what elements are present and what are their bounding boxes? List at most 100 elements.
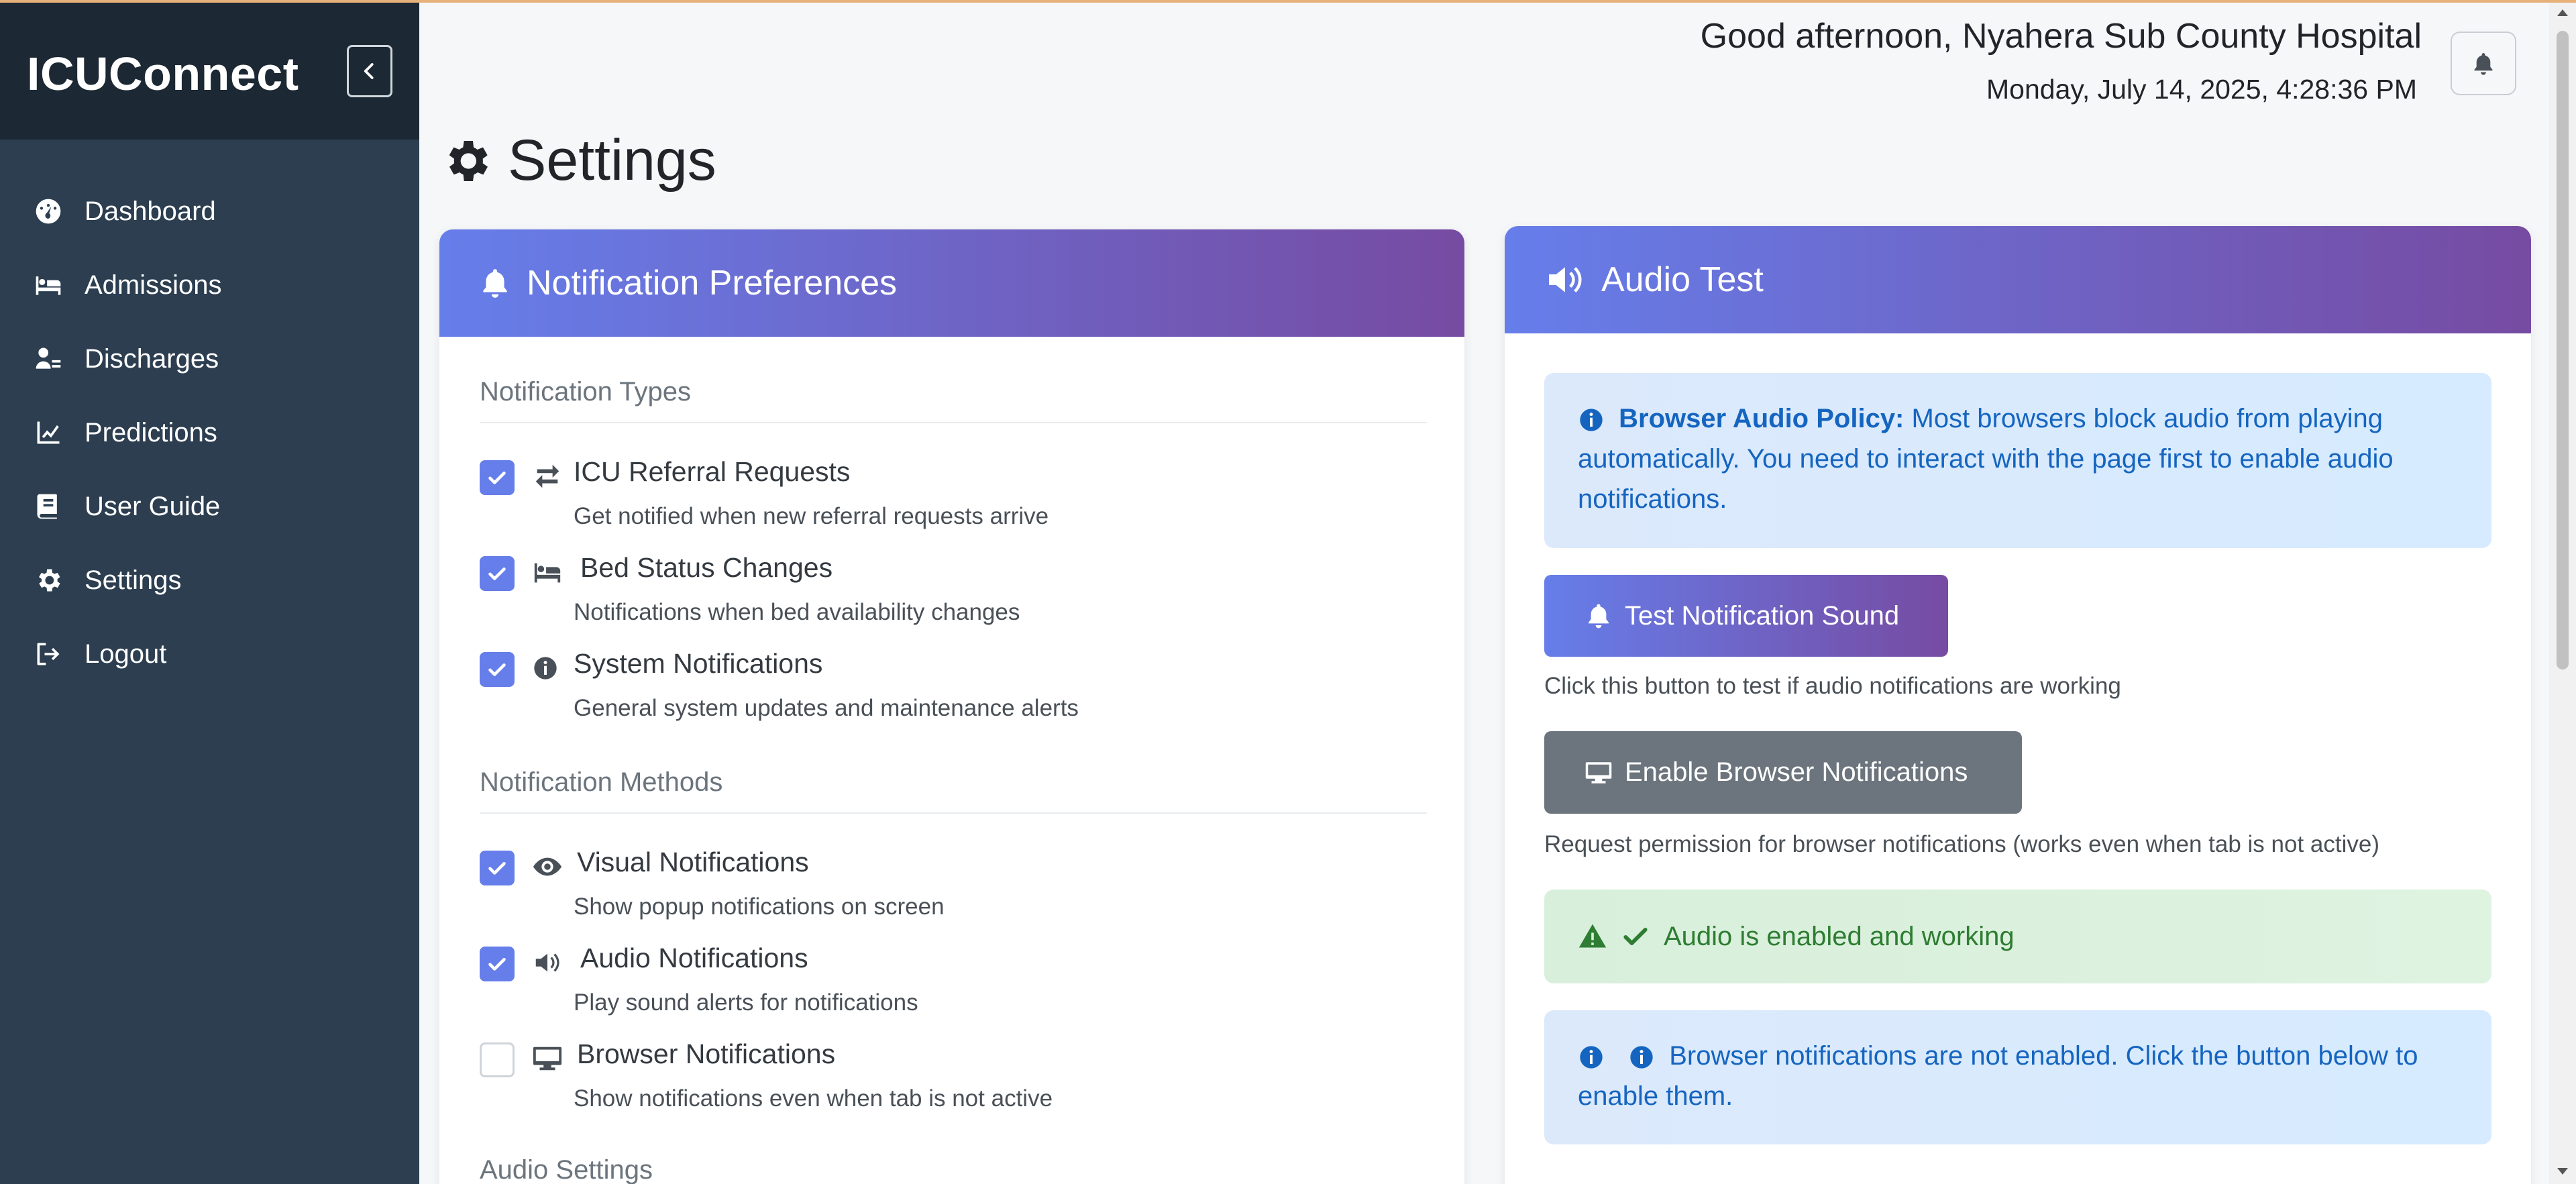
desktop-icon <box>532 1041 567 1076</box>
sidebar-item-label: Admissions <box>85 270 222 300</box>
visual-notifications-checkbox[interactable] <box>480 851 515 885</box>
option-icu-referral-requests: ICU Referral Requests Get notified when … <box>480 456 1419 530</box>
icu-referral-checkbox[interactable] <box>480 460 515 495</box>
bell-icon <box>2474 52 2493 75</box>
bell-icon <box>1589 604 1609 629</box>
audio-status-success-alert: Audio is enabled and working <box>1544 890 2491 983</box>
sidebar-item-predictions[interactable]: Predictions <box>0 396 419 470</box>
sidebar-item-label: Predictions <box>85 417 217 447</box>
sidebar-item-dashboard[interactable]: Dashboard <box>0 174 419 248</box>
section-divider <box>480 812 1427 814</box>
volume-icon <box>1549 267 1582 292</box>
bed-status-checkbox[interactable] <box>480 556 515 591</box>
bed-icon <box>532 555 567 590</box>
checkmark-icon <box>488 663 506 676</box>
scroll-down-arrow[interactable] <box>2557 1168 2568 1175</box>
option-description: Show notifications even when tab is not … <box>574 1085 1053 1112</box>
audio-status-text: Audio is enabled and working <box>1664 921 2015 951</box>
book-icon <box>32 490 64 523</box>
top-accent-line <box>0 0 2576 3</box>
button-label: Test Notification Sound <box>1625 600 1900 631</box>
info-circle-icon <box>1630 1046 1653 1069</box>
option-label: ICU Referral Requests <box>574 456 851 487</box>
checkmark-icon <box>1623 927 1648 946</box>
page-scrollbar[interactable] <box>2549 0 2576 1184</box>
card-header: Notification Preferences <box>439 229 1464 337</box>
option-description: Play sound alerts for notifications <box>574 989 918 1016</box>
gear-icon <box>449 140 488 181</box>
checkmark-icon <box>488 472 506 484</box>
sidebar-item-logout[interactable]: Logout <box>0 617 419 691</box>
current-datetime: Monday, July 14, 2025, 4:28:36 PM <box>1986 74 2417 105</box>
greeting-text: Good afternoon, Nyahera Sub County Hospi… <box>1700 17 2422 56</box>
sidebar-item-label: Discharges <box>85 343 219 374</box>
sidebar-item-admissions[interactable]: Admissions <box>0 248 419 322</box>
line-chart-icon <box>32 417 64 449</box>
sign-out-icon <box>32 638 64 670</box>
option-description: Notifications when bed availability chan… <box>574 599 1020 625</box>
exchange-arrows-icon <box>532 459 567 494</box>
option-audio-notifications: Audio Notifications Play sound alerts fo… <box>480 943 1419 1016</box>
page-title: Settings <box>439 127 716 194</box>
system-notifications-checkbox[interactable] <box>480 652 515 687</box>
sidebar-item-user-guide[interactable]: User Guide <box>0 470 419 543</box>
info-circle-icon <box>1580 409 1603 432</box>
checkmark-icon <box>488 862 506 875</box>
gear-icon <box>32 564 64 596</box>
button-label: Enable Browser Notifications <box>1625 757 1968 787</box>
notification-preferences-card: Notification Preferences Notification Ty… <box>439 229 1464 1184</box>
browser-notifications-status-alert: Browser notifications are not enabled. C… <box>1544 1010 2491 1144</box>
section-divider <box>480 422 1427 423</box>
card-header: Audio Test <box>1505 226 2531 333</box>
enable-notifications-helper-text: Request permission for browser notificat… <box>1544 831 2379 857</box>
browser-notifications-checkbox[interactable] <box>480 1042 515 1077</box>
option-description: General system updates and maintenance a… <box>574 695 1079 721</box>
card-title: Audio Test <box>1601 260 1764 299</box>
audio-test-card: Audio Test Browser Audio Policy: Most br… <box>1505 226 2531 1184</box>
option-label: Browser Notifications <box>577 1038 836 1069</box>
user-discharge-icon <box>32 343 64 375</box>
info-circle-icon <box>1580 1046 1603 1069</box>
checkmark-icon <box>488 568 506 580</box>
chevron-left-icon <box>364 63 374 79</box>
option-label: System Notifications <box>574 648 823 679</box>
section-title-notification-types: Notification Types <box>480 377 691 407</box>
dashboard-gauge-icon <box>32 195 64 227</box>
browser-notifications-status-text: Browser notifications are not enabled. C… <box>1578 1041 2418 1111</box>
option-visual-notifications: Visual Notifications Show popup notifica… <box>480 847 1419 920</box>
policy-heading: Browser Audio Policy: <box>1619 404 1904 433</box>
page-title-text: Settings <box>508 128 716 193</box>
sidebar-item-label: Logout <box>85 639 167 669</box>
section-title-notification-methods: Notification Methods <box>480 767 723 797</box>
sidebar-item-discharges[interactable]: Discharges <box>0 322 419 396</box>
sidebar: ICUConnect Dashboard Admissions Discharg… <box>0 0 419 1184</box>
audio-notifications-checkbox[interactable] <box>480 947 515 981</box>
sidebar-item-label: User Guide <box>85 491 221 521</box>
option-bed-status-changes: Bed Status Changes Notifications when be… <box>480 552 1419 626</box>
sidebar-collapse-button[interactable] <box>347 45 392 97</box>
warning-triangle-icon <box>1578 924 1607 948</box>
test-sound-helper-text: Click this button to test if audio notif… <box>1544 673 2121 699</box>
notifications-bell-button[interactable] <box>2451 32 2516 95</box>
option-browser-notifications: Browser Notifications Show notifications… <box>480 1038 1419 1112</box>
option-system-notifications: System Notifications General system upda… <box>480 648 1419 722</box>
sidebar-item-label: Dashboard <box>85 196 216 226</box>
app-brand: ICUConnect <box>27 48 299 100</box>
volume-icon <box>532 945 567 980</box>
bell-icon <box>483 269 507 298</box>
option-description: Get notified when new referral requests … <box>574 503 1049 529</box>
section-title-audio-settings: Audio Settings <box>480 1155 653 1184</box>
eye-icon <box>532 849 567 884</box>
sidebar-item-settings[interactable]: Settings <box>0 543 419 617</box>
enable-browser-notifications-button[interactable]: Enable Browser Notifications <box>1544 731 2022 814</box>
option-description: Show popup notifications on screen <box>574 894 945 920</box>
card-title: Notification Preferences <box>527 264 898 303</box>
checkmark-icon <box>488 958 506 971</box>
sidebar-item-label: Settings <box>85 565 182 595</box>
option-label: Bed Status Changes <box>580 552 833 583</box>
bed-patient-icon <box>32 269 64 301</box>
test-notification-sound-button[interactable]: Test Notification Sound <box>1544 575 1948 657</box>
scroll-up-arrow[interactable] <box>2557 9 2568 16</box>
scrollbar-thumb[interactable] <box>2557 31 2569 669</box>
desktop-icon <box>1585 761 1612 784</box>
